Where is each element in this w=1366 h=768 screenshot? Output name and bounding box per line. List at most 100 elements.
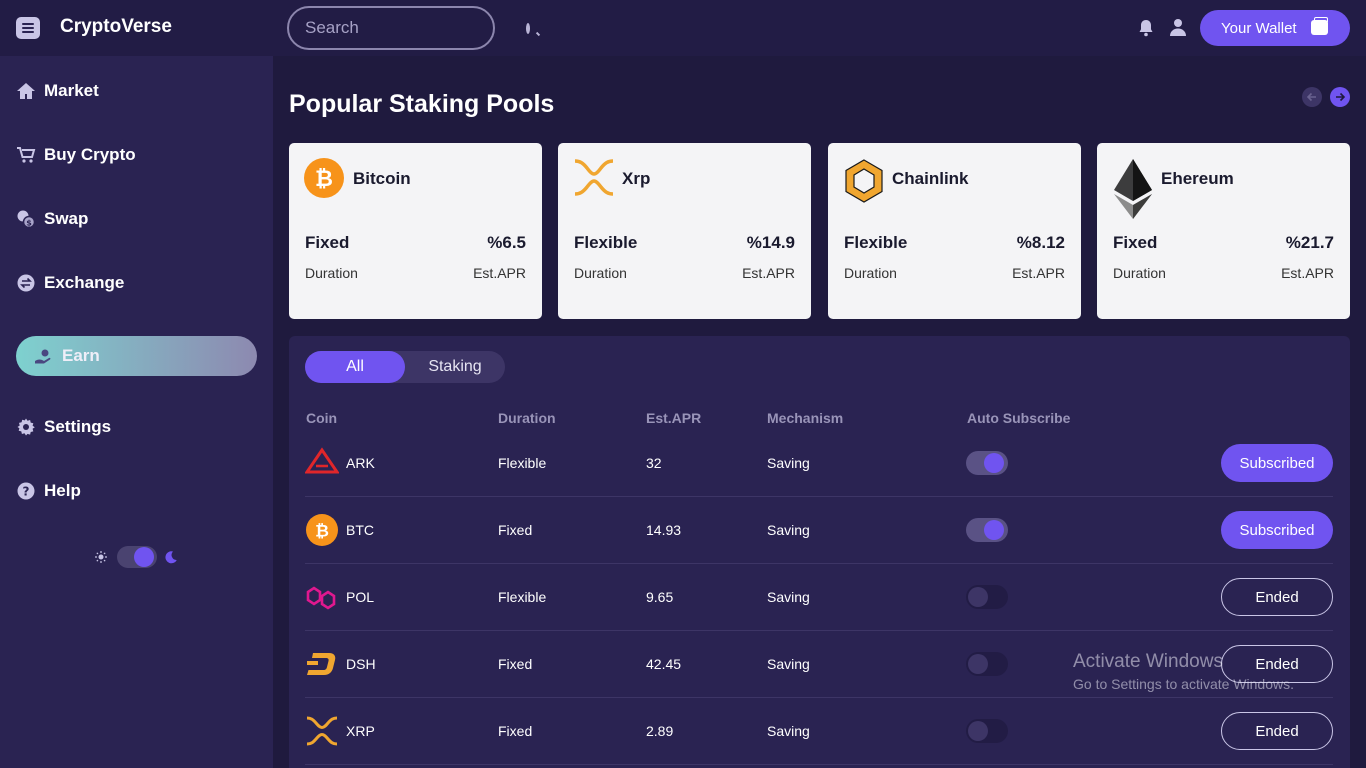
theme-toggle[interactable] (117, 546, 157, 568)
pool-type: Fixed (1113, 233, 1158, 252)
pool-card-chainlink[interactable]: Chainlink Flexible %8.12 Duration Est.AP… (828, 143, 1081, 319)
coin-name: ARK (346, 455, 375, 471)
moon-icon[interactable] (164, 550, 178, 564)
sidebar-item-label: Buy Crypto (44, 145, 136, 164)
bell-icon[interactable] (1138, 19, 1154, 37)
sidebar-item-label: Earn (62, 346, 100, 365)
coin-apr: 2.89 (646, 723, 674, 739)
user-icon[interactable] (1170, 18, 1186, 36)
auto-subscribe-toggle[interactable] (966, 585, 1008, 609)
ark-icon (305, 447, 339, 474)
auto-subscribe-toggle[interactable] (966, 719, 1008, 743)
app-title: CryptoVerse (60, 16, 172, 37)
wallet-icon (1311, 17, 1328, 35)
pool-duration-label: Duration (305, 265, 358, 281)
next-button[interactable] (1330, 87, 1350, 107)
column-header-mechanism: Mechanism (767, 410, 844, 426)
pool-apr-label: Est.APR (742, 265, 795, 281)
gear-icon (17, 418, 35, 436)
pool-card-ethereum[interactable]: Ehereum Fixed %21.7 Duration Est.APR (1097, 143, 1350, 319)
coin-duration: Fixed (498, 723, 533, 739)
watermark-title: Activate Windows (1073, 651, 1223, 672)
top-bar: CryptoVerse Your Wallet (0, 0, 1366, 56)
sidebar-item-settings[interactable]: Settings (16, 417, 111, 437)
coin-duration: Flexible (498, 455, 547, 471)
tab-all[interactable]: All (305, 351, 405, 383)
sidebar-item-exchange[interactable]: Exchange (16, 273, 124, 293)
xrp-icon (574, 159, 614, 196)
auto-subscribe-toggle[interactable] (966, 451, 1008, 475)
theme-switcher (92, 544, 182, 570)
sidebar-item-label: Exchange (44, 273, 125, 292)
pool-card-bitcoin[interactable]: ₿ Bitcoin Fixed %6.5 Duration Est.APR (289, 143, 542, 319)
table-row: ₿ BTC Fixed 14.93 Saving Subscribed (305, 497, 1333, 564)
xrp-icon (306, 716, 338, 746)
pool-duration-label: Duration (1113, 265, 1166, 281)
pool-card-xrp[interactable]: Xrp Flexible %14.9 Duration Est.APR (558, 143, 811, 319)
svg-text:$: $ (26, 219, 32, 228)
coin-name: DSH (346, 656, 376, 672)
bitcoin-icon: ₿ (304, 158, 344, 198)
pool-type: Flexible (574, 233, 638, 252)
pool-apr: %21.7 (1285, 233, 1334, 252)
coin-name: BTC (346, 522, 374, 538)
home-icon (17, 83, 35, 99)
sidebar-item-label: Settings (44, 417, 112, 436)
coin-name: XRP (346, 723, 375, 739)
pool-apr: %14.9 (746, 233, 795, 252)
ethereum-icon (1114, 159, 1152, 219)
sidebar-item-market[interactable]: Market (16, 81, 99, 101)
swap-icon: $ (17, 210, 36, 229)
exchange-icon (17, 274, 35, 292)
pool-duration-label: Duration (844, 265, 897, 281)
filter-tabs: All Staking (305, 351, 505, 383)
search-box[interactable] (287, 6, 530, 50)
pool-name: Ehereum (1161, 169, 1234, 188)
coin-duration: Fixed (498, 656, 533, 672)
help-icon: ? (17, 482, 35, 500)
polygon-icon (306, 586, 336, 610)
tab-staking[interactable]: Staking (405, 351, 505, 383)
wallet-button[interactable]: Your Wallet (1200, 10, 1350, 46)
menu-icon[interactable] (16, 17, 40, 39)
prev-button[interactable] (1302, 87, 1322, 107)
auto-subscribe-toggle[interactable] (966, 652, 1008, 676)
sidebar-item-help[interactable]: ? Help (16, 481, 81, 501)
search-icon[interactable] (526, 22, 530, 34)
pool-apr-label: Est.APR (1012, 265, 1065, 281)
pool-apr: %8.12 (1016, 233, 1065, 252)
sun-icon[interactable] (95, 551, 107, 563)
arrow-right-icon (1336, 92, 1346, 102)
chainlink-icon (845, 159, 883, 203)
cart-icon (17, 147, 36, 163)
watermark-subtitle: Go to Settings to activate Windows. (1073, 676, 1294, 692)
wallet-button-label: Your Wallet (1221, 19, 1297, 37)
pool-apr-label: Est.APR (473, 265, 526, 281)
pool-name: Xrp (622, 169, 651, 188)
sidebar: Market Buy Crypto $ Swap Exchange Earn S… (0, 56, 273, 768)
svg-text:?: ? (23, 485, 30, 499)
column-header-apr: Est.APR (646, 410, 702, 426)
coin-duration: Fixed (498, 522, 533, 538)
svg-text:₿: ₿ (315, 522, 329, 542)
activation-watermark: Activate Windows Go to Settings to activ… (1073, 651, 1294, 692)
column-header-duration: Duration (498, 410, 556, 426)
page-title: Popular Staking Pools (289, 90, 555, 118)
ended-button[interactable]: Ended (1221, 712, 1333, 750)
auto-subscribe-toggle[interactable] (966, 518, 1008, 542)
ended-button[interactable]: Ended (1221, 578, 1333, 616)
sidebar-item-label: Help (44, 481, 81, 500)
arrow-left-icon (1306, 92, 1316, 102)
sidebar-item-swap[interactable]: $ Swap (16, 209, 88, 229)
subscribed-button[interactable]: Subscribed (1221, 444, 1333, 482)
pool-type: Fixed (305, 233, 350, 252)
sidebar-item-buy-crypto[interactable]: Buy Crypto (16, 145, 136, 165)
column-header-coin: Coin (306, 410, 338, 426)
search-input[interactable] (305, 18, 526, 38)
subscribed-button[interactable]: Subscribed (1221, 511, 1333, 549)
coin-apr: 32 (646, 455, 662, 471)
coin-mechanism: Saving (767, 522, 810, 538)
coin-apr: 14.93 (646, 522, 682, 538)
pool-name: Chainlink (892, 169, 969, 188)
sidebar-item-earn[interactable]: Earn (16, 336, 257, 376)
